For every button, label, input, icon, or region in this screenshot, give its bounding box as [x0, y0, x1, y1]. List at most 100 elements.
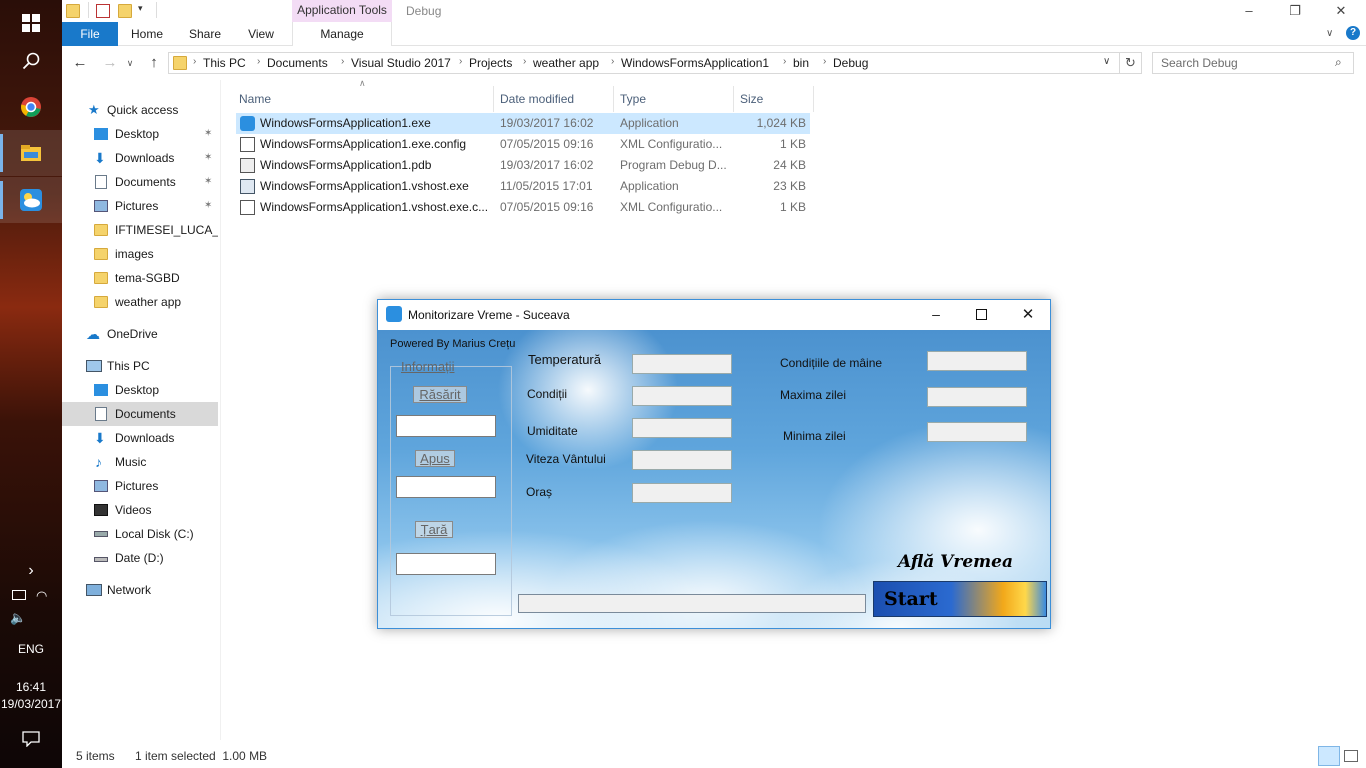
- pin-icon[interactable]: ✶: [204, 122, 212, 146]
- address-bar[interactable]: › This PC › Documents › Visual Studio 20…: [168, 52, 1120, 74]
- taskbar-file-explorer[interactable]: [0, 130, 62, 176]
- nav-quick-pictures[interactable]: Pictures ✶: [62, 194, 218, 218]
- breadcrumb-debug[interactable]: Debug: [833, 56, 868, 70]
- tab-file[interactable]: File: [62, 22, 118, 46]
- daily-max-field[interactable]: [927, 387, 1027, 407]
- search-input[interactable]: [1153, 53, 1323, 73]
- action-center-button[interactable]: [0, 716, 62, 762]
- nav-onedrive[interactable]: ☁ OneDrive: [62, 322, 218, 346]
- country-field[interactable]: [396, 553, 496, 575]
- breadcrumb-separator[interactable]: ›: [459, 56, 462, 67]
- breadcrumb-separator[interactable]: ›: [783, 56, 786, 67]
- temperature-field[interactable]: [632, 354, 732, 374]
- file-row[interactable]: WindowsFormsApplication1.vshost.exe.c...…: [236, 197, 810, 218]
- nav-pc-downloads[interactable]: ⬇ Downloads: [62, 426, 218, 450]
- breadcrumb-documents[interactable]: Documents: [267, 56, 328, 70]
- nav-quick-folder[interactable]: IFTIMESEI_LUCA_pr: [62, 218, 218, 242]
- nav-quick-tema-sgbd[interactable]: tema-SGBD: [62, 266, 218, 290]
- customize-toolbar-icon[interactable]: ▾: [138, 3, 143, 14]
- nav-quick-access[interactable]: ★ Quick access: [62, 98, 218, 122]
- status-field[interactable]: [518, 594, 866, 613]
- new-folder-icon[interactable]: [118, 4, 132, 18]
- properties-icon[interactable]: [96, 4, 110, 18]
- nav-pc-music[interactable]: ♪ Music: [62, 450, 218, 474]
- breadcrumb-visual-studio[interactable]: Visual Studio 2017: [351, 56, 451, 70]
- volume-icon[interactable]: 🔈: [10, 610, 26, 626]
- breadcrumb-weather-app[interactable]: weather app: [533, 56, 599, 70]
- breadcrumb-projects[interactable]: Projects: [469, 56, 512, 70]
- close-button[interactable]: ✕: [1318, 0, 1364, 22]
- file-row[interactable]: WindowsFormsApplication1.pdb 19/03/2017 …: [236, 155, 810, 176]
- search-icon[interactable]: ⌕: [1335, 55, 1342, 70]
- app-maximize-button[interactable]: [960, 300, 1004, 330]
- taskbar-chrome[interactable]: [0, 84, 62, 130]
- refresh-button[interactable]: ↻: [1120, 52, 1142, 74]
- start-button[interactable]: Start: [873, 581, 1047, 617]
- nav-quick-documents[interactable]: Documents ✶: [62, 170, 218, 194]
- nav-quick-desktop[interactable]: Desktop ✶: [62, 122, 218, 146]
- nav-pc-local-disk[interactable]: Local Disk (C:): [62, 522, 218, 546]
- language-indicator[interactable]: ENG: [0, 642, 62, 656]
- column-header-date[interactable]: Date modified: [495, 86, 614, 112]
- wifi-icon[interactable]: ◠: [36, 588, 47, 604]
- app-minimize-button[interactable]: –: [914, 300, 958, 330]
- nav-pc-documents[interactable]: Documents: [62, 402, 218, 426]
- breadcrumb-separator[interactable]: ›: [823, 56, 826, 67]
- nav-pc-pictures[interactable]: Pictures: [62, 474, 218, 498]
- tab-view[interactable]: View: [238, 22, 284, 46]
- daily-min-field[interactable]: [927, 422, 1027, 442]
- pin-icon[interactable]: ✶: [204, 170, 212, 194]
- file-row[interactable]: WindowsFormsApplication1.exe 19/03/2017 …: [236, 113, 810, 134]
- pin-icon[interactable]: ✶: [204, 146, 212, 170]
- pin-icon[interactable]: ✶: [204, 194, 212, 218]
- details-view-icon[interactable]: [1318, 746, 1340, 766]
- column-header-name[interactable]: Name: [234, 86, 494, 112]
- clock-time[interactable]: 16:41: [0, 680, 62, 694]
- breadcrumb-separator[interactable]: ›: [611, 56, 614, 67]
- maximize-button[interactable]: ❐: [1272, 0, 1318, 22]
- nav-this-pc[interactable]: This PC: [62, 354, 218, 378]
- sunrise-field[interactable]: [396, 415, 496, 437]
- nav-network[interactable]: Network: [62, 578, 218, 602]
- nav-pc-videos[interactable]: Videos: [62, 498, 218, 522]
- tab-share[interactable]: Share: [182, 22, 228, 46]
- battery-icon[interactable]: [12, 590, 26, 600]
- clock-date[interactable]: 19/03/2017: [0, 697, 62, 711]
- breadcrumb-separator[interactable]: ›: [523, 56, 526, 67]
- column-header-size[interactable]: Size: [735, 86, 814, 112]
- tab-manage[interactable]: Manage: [292, 22, 392, 46]
- column-header-type[interactable]: Type: [615, 86, 734, 112]
- back-button[interactable]: ←: [70, 53, 90, 73]
- humidity-field[interactable]: [632, 418, 732, 438]
- app-close-button[interactable]: ✕: [1006, 300, 1050, 330]
- conditions-field[interactable]: [632, 386, 732, 406]
- recent-locations-button[interactable]: ∨: [120, 53, 140, 73]
- up-button[interactable]: ↑: [144, 53, 164, 73]
- breadcrumb-separator[interactable]: ›: [193, 56, 196, 67]
- city-field[interactable]: [632, 483, 732, 503]
- help-icon[interactable]: ?: [1346, 26, 1360, 40]
- tab-home[interactable]: Home: [124, 22, 170, 46]
- taskbar-weather-app[interactable]: [0, 177, 62, 223]
- sunset-field[interactable]: [396, 476, 496, 498]
- nav-quick-images[interactable]: images: [62, 242, 218, 266]
- large-icons-view-icon[interactable]: [1344, 750, 1358, 762]
- expand-ribbon-icon[interactable]: ∨: [1326, 28, 1333, 39]
- file-row[interactable]: WindowsFormsApplication1.vshost.exe 11/0…: [236, 176, 810, 197]
- breadcrumb-bin[interactable]: bin: [793, 56, 809, 70]
- nav-pc-desktop[interactable]: Desktop: [62, 378, 218, 402]
- nav-quick-downloads[interactable]: ⬇ Downloads ✶: [62, 146, 218, 170]
- file-row[interactable]: WindowsFormsApplication1.exe.config 07/0…: [236, 134, 810, 155]
- tomorrow-conditions-field[interactable]: [927, 351, 1027, 371]
- forward-button[interactable]: →: [100, 53, 120, 73]
- search-button[interactable]: [0, 38, 62, 84]
- minimize-button[interactable]: –: [1226, 0, 1272, 22]
- breadcrumb-separator[interactable]: ›: [341, 56, 344, 67]
- nav-pc-date-drive[interactable]: Date (D:): [62, 546, 218, 570]
- breadcrumb-project[interactable]: WindowsFormsApplication1: [621, 56, 769, 70]
- wind-speed-field[interactable]: [632, 450, 732, 470]
- breadcrumb-separator[interactable]: ›: [257, 56, 260, 67]
- breadcrumb-this-pc[interactable]: This PC: [203, 56, 246, 70]
- address-dropdown-icon[interactable]: ∨: [1103, 56, 1110, 67]
- nav-quick-weather-app[interactable]: weather app: [62, 290, 218, 314]
